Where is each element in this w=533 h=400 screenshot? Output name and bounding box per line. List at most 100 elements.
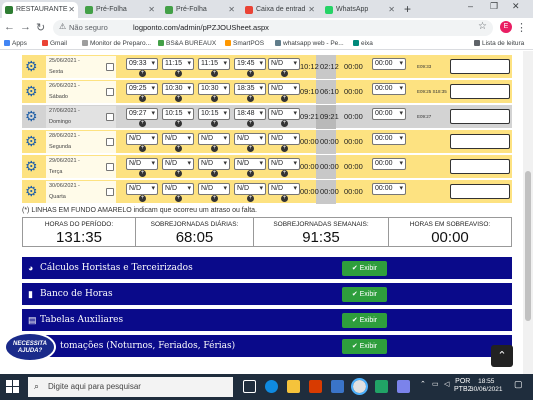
time-select[interactable]: N/D [162, 158, 194, 170]
notes-input[interactable] [450, 109, 510, 124]
close-tab-icon[interactable]: ✕ [68, 2, 75, 17]
windows-start-icon[interactable] [6, 380, 20, 394]
time-select[interactable]: 10:15 [198, 108, 230, 120]
file-explorer-icon[interactable] [287, 380, 300, 393]
reading-list[interactable]: Lista de leitura [474, 40, 524, 47]
add-justification-icon[interactable]: + [281, 70, 288, 77]
tray-chevron-icon[interactable]: ⌃ [420, 380, 426, 388]
time-select[interactable]: N/D [126, 183, 158, 195]
abono-select[interactable]: 00:00 [372, 183, 406, 195]
add-punch-icon[interactable]: + [211, 195, 218, 202]
gear-icon[interactable]: ⚙ [25, 134, 38, 148]
abono-select[interactable]: 00:00 [372, 158, 406, 170]
time-select[interactable]: N/D [198, 183, 230, 195]
close-tab-icon[interactable]: ✕ [228, 2, 235, 17]
excel-icon[interactable] [375, 380, 388, 393]
bookmark-gmail[interactable]: Gmail [42, 40, 67, 47]
help-bubble[interactable]: NECESSITA AJUDA? [4, 332, 56, 362]
add-punch-icon[interactable]: + [175, 70, 182, 77]
gear-icon[interactable]: ⚙ [25, 184, 38, 198]
row-checkbox[interactable] [106, 138, 114, 146]
time-select[interactable]: N/D [162, 133, 194, 145]
network-icon[interactable]: ▭ [432, 380, 439, 388]
exibir-button[interactable]: ✔ Exibir [342, 313, 387, 328]
add-justification-icon[interactable]: + [281, 170, 288, 177]
bookmark-apps[interactable]: Apps [4, 40, 27, 47]
add-punch-icon[interactable]: + [139, 145, 146, 152]
bookmark-monitor[interactable]: Monitor de Preparo... [82, 40, 151, 47]
justification-select[interactable]: N/D [268, 158, 300, 170]
abono-select[interactable]: 00:00 [372, 83, 406, 95]
add-punch-icon[interactable]: + [139, 170, 146, 177]
browser-tab[interactable]: RESTAURANTE ✕ [2, 2, 78, 18]
add-punch-icon[interactable]: + [247, 95, 254, 102]
task-view-icon[interactable] [243, 380, 256, 393]
chrome-icon[interactable] [351, 378, 368, 395]
maximize-icon[interactable]: ❐ [490, 1, 498, 12]
add-justification-icon[interactable]: + [281, 145, 288, 152]
row-checkbox[interactable] [106, 63, 114, 71]
abono-select[interactable]: 00:00 [372, 108, 406, 120]
add-punch-icon[interactable]: + [211, 120, 218, 127]
time-select[interactable]: N/D [198, 158, 230, 170]
close-window-icon[interactable]: ✕ [512, 1, 520, 12]
add-punch-icon[interactable]: + [175, 170, 182, 177]
time-select[interactable]: 09:27 [126, 108, 158, 120]
notes-input[interactable] [450, 59, 510, 74]
reload-icon[interactable]: ↻ [36, 21, 45, 34]
office-icon[interactable] [309, 380, 322, 393]
store-icon[interactable] [331, 380, 344, 393]
time-select[interactable]: 19:45 [234, 58, 266, 70]
back-icon[interactable]: ← [4, 21, 15, 33]
add-punch-icon[interactable]: + [247, 170, 254, 177]
bookmark-whatsapp[interactable]: whatsapp web - Pe... [275, 40, 344, 47]
row-checkbox[interactable] [106, 88, 114, 96]
time-select[interactable]: N/D [198, 133, 230, 145]
add-punch-icon[interactable]: + [247, 145, 254, 152]
row-checkbox[interactable] [106, 113, 114, 121]
menu-icon[interactable]: ⋮ [516, 21, 527, 34]
browser-tab[interactable]: WhatsApp ✕ [322, 2, 398, 18]
forward-icon[interactable]: → [20, 21, 31, 33]
justification-select[interactable]: N/D [268, 58, 300, 70]
add-punch-icon[interactable]: + [175, 145, 182, 152]
bookmark-star-icon[interactable]: ☆ [478, 21, 487, 32]
address-bar[interactable]: ⚠ Não seguro logponto.com/admin/pPZJOUSh… [53, 20, 493, 36]
taskbar-search[interactable]: ⌕ Digite aqui para pesquisar [28, 377, 233, 397]
add-punch-icon[interactable]: + [139, 195, 146, 202]
language-indicator[interactable]: POR PTB2 [454, 378, 472, 394]
add-punch-icon[interactable]: + [211, 95, 218, 102]
time-select[interactable]: 10:15 [162, 108, 194, 120]
app-icon[interactable] [397, 380, 410, 393]
exibir-button[interactable]: ✔ Exibir [342, 287, 387, 302]
add-punch-icon[interactable]: + [247, 195, 254, 202]
row-checkbox[interactable] [106, 188, 114, 196]
close-tab-icon[interactable]: ✕ [388, 2, 395, 17]
scrollbar-thumb[interactable] [525, 171, 531, 321]
notes-input[interactable] [450, 159, 510, 174]
clock[interactable]: 18:55 30/06/2021 [470, 378, 503, 394]
url-text[interactable]: logponto.com/admin/pPZJOUSheet.aspx [133, 23, 269, 32]
time-select[interactable]: 09:33 [126, 58, 158, 70]
time-select[interactable]: 10:30 [198, 83, 230, 95]
gear-icon[interactable]: ⚙ [25, 159, 38, 173]
justification-select[interactable]: N/D [268, 83, 300, 95]
row-checkbox[interactable] [106, 163, 114, 171]
add-justification-icon[interactable]: + [281, 195, 288, 202]
notes-input[interactable] [450, 184, 510, 199]
time-select[interactable]: N/D [162, 183, 194, 195]
browser-tab[interactable]: Pré-Folha ✕ [82, 2, 158, 18]
notification-icon[interactable]: ▢ [514, 379, 523, 390]
bookmark-eixa[interactable]: eixa [353, 40, 373, 47]
justification-select[interactable]: N/D [268, 183, 300, 195]
gear-icon[interactable]: ⚙ [25, 84, 38, 98]
time-select[interactable]: 11:15 [162, 58, 194, 70]
time-select[interactable]: N/D [126, 133, 158, 145]
gear-icon[interactable]: ⚙ [25, 59, 38, 73]
close-tab-icon[interactable]: ✕ [148, 2, 155, 17]
time-select[interactable]: N/D [234, 183, 266, 195]
add-punch-icon[interactable]: + [139, 70, 146, 77]
close-tab-icon[interactable]: ✕ [308, 2, 315, 17]
volume-icon[interactable]: ◁ [444, 380, 449, 388]
justification-select[interactable]: N/D [268, 108, 300, 120]
